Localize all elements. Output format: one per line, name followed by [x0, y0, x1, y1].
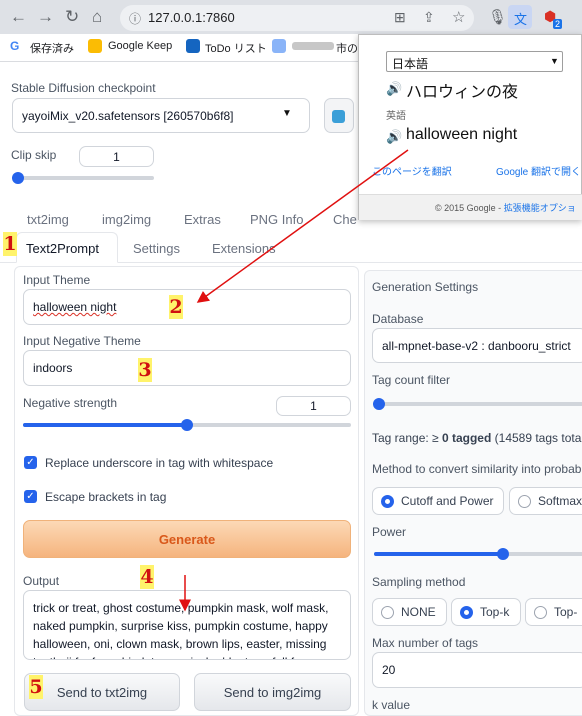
annotation-2: 2 — [169, 295, 183, 319]
annotation-arrows — [179, 149, 409, 612]
arrow-translate-to-theme — [196, 149, 409, 303]
annotation-5: 5 — [29, 675, 43, 699]
annotation-4: 4 — [140, 565, 154, 589]
annotation-3: 3 — [138, 358, 152, 382]
annotation-1: 1 — [3, 232, 17, 256]
